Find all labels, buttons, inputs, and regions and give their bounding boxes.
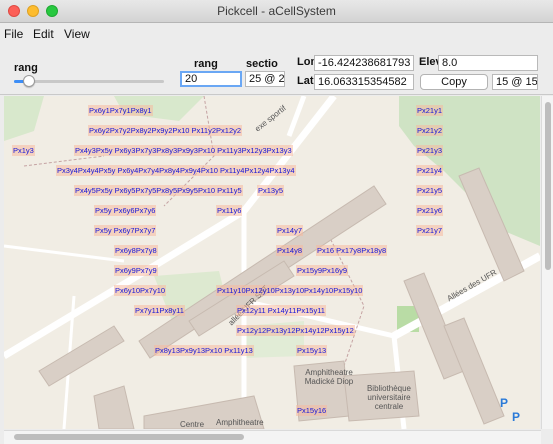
cell-label[interactable]: Px13y5 bbox=[257, 185, 285, 196]
cell-label[interactable]: Px7y11Px8y11 bbox=[134, 305, 185, 316]
cell-label[interactable]: Px11y6 bbox=[216, 205, 243, 216]
map-label-bibliotheque: Bibliothèque universitaire centrale bbox=[366, 384, 412, 411]
parking-icon: P bbox=[500, 396, 509, 410]
range-slider[interactable] bbox=[14, 75, 164, 87]
cell-label[interactable]: Px4y5Px5y Px6y5Px7y5Px8y5Px9y5Px10 Px11y… bbox=[74, 185, 243, 196]
longitude-field[interactable]: -16.424238681793 bbox=[314, 55, 414, 71]
cell-label[interactable]: Px11y10Px12y10Px13y10Px14y10Px15y10 bbox=[216, 285, 364, 296]
range-input[interactable]: 20 bbox=[180, 71, 242, 87]
cell-label[interactable]: Px5y Px6y7Px7y7 bbox=[94, 225, 157, 236]
latitude-label: Lat bbox=[297, 75, 314, 87]
section-input[interactable]: 25 @ 25 bbox=[245, 71, 285, 87]
cell-label[interactable]: Px6y2Px7y2Px8y2Px9y2Px10 Px11y2Px12y2 bbox=[88, 125, 243, 136]
cell-label[interactable]: Px6y9Px7y9 bbox=[114, 265, 158, 276]
menu-bar: File Edit View bbox=[0, 23, 553, 43]
map-label-centre: Centre bbox=[180, 420, 205, 429]
cell-label[interactable]: Px21y3 bbox=[416, 145, 444, 156]
cell-label[interactable]: Px14y7 bbox=[276, 225, 304, 236]
map-label-amphitheatre-bottom: Amphitheatre bbox=[216, 418, 264, 427]
cell-label[interactable]: Px8y13Px9y13Px10 Px11y13 bbox=[154, 345, 254, 356]
cell-label[interactable]: Px21y5 bbox=[416, 185, 444, 196]
latitude-field[interactable]: 16.063315354582 bbox=[314, 74, 414, 90]
cell-label[interactable]: Px15y9Px16y9 bbox=[296, 265, 349, 276]
section-label: sectio bbox=[246, 58, 278, 70]
control-panel: rang rang sectio 20 25 @ 25 Long -16.424… bbox=[0, 44, 553, 95]
horizontal-scrollbar[interactable] bbox=[4, 430, 541, 444]
menu-file[interactable]: File bbox=[4, 27, 23, 41]
menu-edit[interactable]: Edit bbox=[33, 27, 54, 41]
cell-label[interactable]: Px21y7 bbox=[416, 225, 444, 236]
range-slider-knob[interactable] bbox=[23, 75, 35, 87]
cell-label[interactable]: Px15y13 bbox=[296, 345, 328, 356]
cell-label[interactable]: Px12y12Px13y12Px14y12Px15y12 bbox=[236, 325, 355, 336]
cell-label[interactable]: Px21y4 bbox=[416, 165, 444, 176]
cell-label[interactable]: Px16 Px17y8Px18y8 bbox=[316, 245, 388, 256]
cell-label[interactable]: Px12y11 Px14y11Px15y11 bbox=[236, 305, 326, 316]
range-label: rang bbox=[194, 58, 218, 70]
cell-label[interactable]: Px5y Px6y6Px7y6 bbox=[94, 205, 157, 216]
cell-label[interactable]: Px1y3 bbox=[12, 145, 35, 156]
elevation-field[interactable]: 8.0 bbox=[438, 55, 538, 71]
cell-label[interactable]: Px6y10Px7y10 bbox=[114, 285, 167, 296]
cell-label[interactable]: Px21y2 bbox=[416, 125, 444, 136]
cell-label[interactable]: Px15y16 bbox=[296, 405, 328, 416]
cell-label[interactable]: Px6y1Px7y1Px8y1 bbox=[88, 105, 153, 116]
cell-label[interactable]: Px21y1 bbox=[416, 105, 444, 116]
cell-label[interactable]: Px21y6 bbox=[416, 205, 444, 216]
range-slider-label: rang bbox=[14, 62, 38, 74]
cell-label[interactable]: Px14y8 bbox=[276, 245, 304, 256]
cell-label[interactable]: Px6y8Px7y8 bbox=[114, 245, 158, 256]
horizontal-scroll-thumb[interactable] bbox=[14, 434, 244, 440]
cell-label[interactable]: Px3y4Px4y4Px5y Px6y4Px7y4Px8y4Px9y4Px10 … bbox=[56, 165, 296, 176]
window-title: Pickcell - aCellSystem bbox=[217, 4, 336, 18]
title-bar: Pickcell - aCellSystem bbox=[0, 0, 553, 23]
copy-value-field[interactable]: 15 @ 15 bbox=[492, 74, 538, 90]
parking-icon-2: P bbox=[512, 410, 521, 424]
map-view[interactable]: exe sportif allée/UFR SAT Allées des UFR… bbox=[4, 96, 540, 429]
vertical-scroll-thumb[interactable] bbox=[545, 102, 551, 270]
menu-view[interactable]: View bbox=[64, 27, 90, 41]
vertical-scrollbar[interactable] bbox=[541, 96, 553, 429]
copy-button[interactable]: Copy bbox=[420, 74, 488, 90]
cell-label[interactable]: Px4y3Px5y Px6y3Px7y3Px8y3Px9y3Px10 Px11y… bbox=[74, 145, 293, 156]
